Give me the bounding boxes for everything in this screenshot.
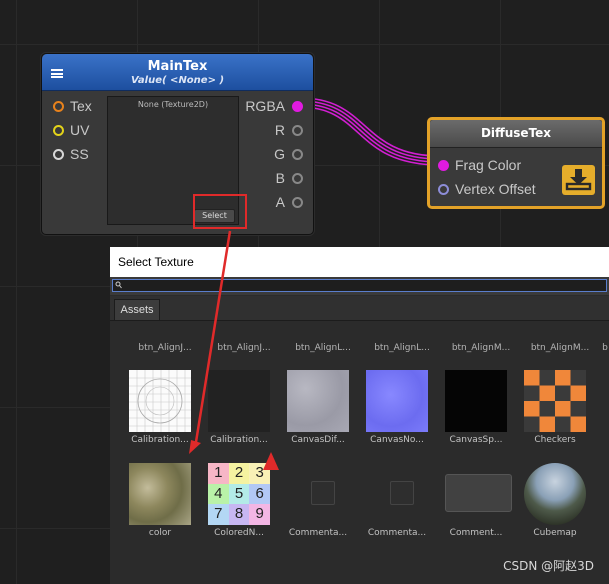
- annotation-arrow: [189, 230, 279, 470]
- watermark: CSDN @阿赵3D: [503, 559, 594, 573]
